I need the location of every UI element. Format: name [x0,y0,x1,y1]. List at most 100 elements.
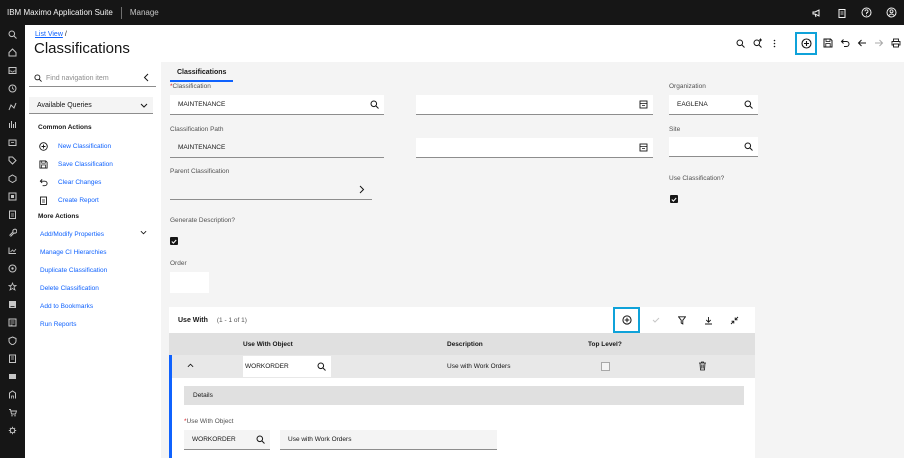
classification-label: *Classification [170,83,211,90]
wrench-icon[interactable] [0,223,25,241]
organization-field[interactable]: EAGLENA [669,95,758,115]
inbox-icon[interactable] [0,61,25,79]
run-reports-action[interactable]: Run Reports [40,321,77,328]
use-classification-label: Use Classification? [669,175,725,182]
user-avatar-icon[interactable] [879,0,904,25]
column-top-level[interactable]: Top Level? [588,341,622,348]
chevron-right-icon[interactable] [352,180,372,200]
print-icon[interactable] [887,31,904,55]
search-icon[interactable] [364,95,384,115]
site-field[interactable] [669,137,758,157]
side-navigation: Find navigation item Available Queries C… [25,62,161,458]
classification-path-label: Classification Path [170,126,224,133]
use-with-column-headers: Use With Object Description Top Level? [169,333,755,355]
classification-path-field: MAINTENANCE [170,138,384,158]
search-icon[interactable] [0,25,25,43]
advanced-search-icon[interactable] [749,31,766,55]
gear-icon[interactable] [0,421,25,439]
person-icon[interactable] [0,97,25,115]
add-record-button[interactable] [795,31,817,55]
generate-description-label: Generate Description? [170,217,236,224]
clipboard-icon[interactable] [829,0,854,25]
megaphone-icon[interactable] [804,0,829,25]
lock-icon[interactable] [0,349,25,367]
manage-ci-hierarchies-action[interactable]: Manage CI Hierarchies [40,249,106,256]
search-icon[interactable] [311,362,331,371]
add-modify-properties-action[interactable]: Add/Modify Properties [40,231,104,238]
add-row-button[interactable] [613,307,640,333]
row-top-level-checkbox[interactable] [601,362,610,371]
overflow-menu-icon[interactable] [766,31,783,55]
chevron-left-icon[interactable] [143,73,149,82]
undo-icon[interactable] [836,31,853,55]
save-icon[interactable] [819,31,836,55]
card-icon[interactable] [0,367,25,385]
delete-classification-action[interactable]: Delete Classification [40,285,99,292]
breadcrumb: List View / [35,31,67,38]
detail-use-with-object-field[interactable]: WORKORDER [184,430,270,450]
cube-icon[interactable] [0,169,25,187]
tag-icon[interactable] [0,151,25,169]
column-description[interactable]: Description [447,341,483,348]
search-icon[interactable] [732,31,749,55]
order-field[interactable] [170,272,209,293]
long-description-icon[interactable] [633,138,653,158]
settings-icon[interactable] [0,187,25,205]
folder-icon[interactable] [0,133,25,151]
previous-record-icon[interactable] [853,31,870,55]
search-icon[interactable] [250,435,270,444]
filter-icon[interactable] [669,307,695,333]
available-queries-dropdown[interactable]: Available Queries [29,97,153,114]
save-icon [38,159,48,169]
use-classification-checkbox[interactable] [670,195,678,203]
chevron-down-icon[interactable] [140,230,147,235]
create-report-action[interactable]: Create Report [38,195,99,205]
available-queries-label: Available Queries [37,101,92,109]
help-icon[interactable] [854,0,879,25]
report-icon[interactable] [0,295,25,313]
trash-icon[interactable] [698,361,707,371]
duplicate-classification-action[interactable]: Duplicate Classification [40,267,107,274]
calendar-icon[interactable] [0,277,25,295]
chart-icon[interactable] [0,115,25,133]
header-toolbar [732,31,904,55]
organization-label: Organization [669,83,706,90]
search-icon[interactable] [738,95,758,115]
tab-classifications[interactable]: Classifications [170,64,234,82]
parent-classification-field[interactable] [170,180,372,200]
breadcrumb-list-view-link[interactable]: List View [35,31,63,38]
home-icon[interactable] [0,43,25,61]
generate-description-checkbox[interactable] [170,237,178,245]
add-to-bookmarks-action[interactable]: Add to Bookmarks [40,303,93,310]
breadcrumb-separator: / [64,31,67,38]
collapse-icon[interactable] [721,307,747,333]
save-classification-action[interactable]: Save Classification [38,159,113,169]
cart-icon[interactable] [0,403,25,421]
clipboard-icon[interactable] [0,205,25,223]
list-icon[interactable] [0,313,25,331]
building-icon[interactable] [0,385,25,403]
history-icon[interactable] [0,79,25,97]
column-use-with-object[interactable]: Use With Object [243,341,293,348]
classification-value: MAINTENANCE [178,101,226,108]
checkmark-icon[interactable] [643,307,669,333]
download-icon[interactable] [695,307,721,333]
row-use-with-object-field[interactable]: WORKORDER [243,356,331,377]
classification-description-field[interactable] [416,95,653,115]
classification-field[interactable]: MAINTENANCE [170,95,384,115]
long-description-icon[interactable] [633,95,653,115]
clear-changes-action[interactable]: Clear Changes [38,177,101,187]
truck-icon[interactable] [0,259,25,277]
path-description-field[interactable] [416,138,653,158]
next-record-icon[interactable] [870,31,887,55]
search-icon[interactable] [738,137,758,157]
new-classification-action[interactable]: New Classification [38,141,111,151]
add-circle-icon [38,141,48,151]
brand-name[interactable]: IBM Maximo Application Suite [7,8,113,17]
nav-search-input[interactable]: Find navigation item [29,70,156,87]
hierarchy-icon[interactable] [0,241,25,259]
chevron-up-icon[interactable] [187,363,194,368]
shield-icon[interactable] [0,331,25,349]
table-row[interactable]: WORKORDER Use with Work Orders [169,355,755,378]
action-label: Save Classification [58,160,113,168]
